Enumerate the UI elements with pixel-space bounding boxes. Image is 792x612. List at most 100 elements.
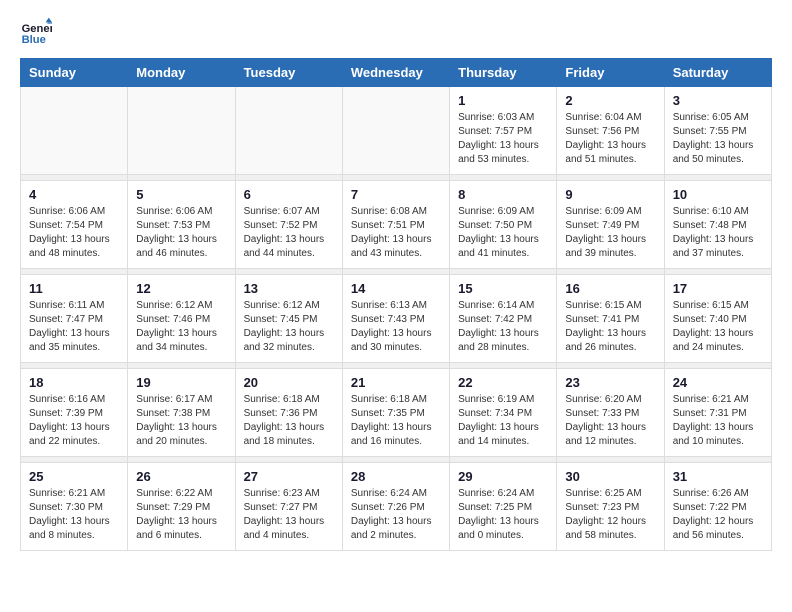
weekday-header: Sunday xyxy=(21,59,128,87)
calendar-cell: 2 Sunrise: 6:04 AMSunset: 7:56 PMDaylight… xyxy=(557,87,664,175)
day-number: 2 xyxy=(565,93,655,108)
calendar-cell: 19Sunrise: 6:17 AMSunset: 7:38 PMDayligh… xyxy=(128,369,235,457)
calendar-cell: 9 Sunrise: 6:09 AMSunset: 7:49 PMDaylight… xyxy=(557,181,664,269)
weekday-header: Monday xyxy=(128,59,235,87)
day-info: Sunrise: 6:06 AMSunset: 7:53 PMDaylight:… xyxy=(136,205,226,261)
day-info: Sunrise: 6:13 AMSunset: 7:43 PMDaylight:… xyxy=(351,299,441,355)
calendar-cell: 7 Sunrise: 6:08 AMSunset: 7:51 PMDaylight… xyxy=(342,181,449,269)
calendar-cell xyxy=(342,87,449,175)
day-number: 31 xyxy=(673,469,763,484)
day-number: 25 xyxy=(29,469,119,484)
day-info: Sunrise: 6:18 AMSunset: 7:36 PMDaylight:… xyxy=(244,393,334,449)
day-info: Sunrise: 6:25 AMSunset: 7:23 PMDaylight:… xyxy=(565,487,655,543)
calendar-cell: 3 Sunrise: 6:05 AMSunset: 7:55 PMDaylight… xyxy=(664,87,771,175)
calendar-cell xyxy=(21,87,128,175)
day-info: Sunrise: 6:15 AMSunset: 7:40 PMDaylight:… xyxy=(673,299,763,355)
calendar-week-row: 1 Sunrise: 6:03 AMSunset: 7:57 PMDaylight… xyxy=(21,87,772,175)
day-info: Sunrise: 6:08 AMSunset: 7:51 PMDaylight:… xyxy=(351,205,441,261)
day-number: 17 xyxy=(673,281,763,296)
calendar-cell: 13 Sunrise: 6:12 AMSunset: 7:45 PMDayligh… xyxy=(235,275,342,363)
calendar-cell xyxy=(235,87,342,175)
header: General Blue xyxy=(20,16,772,48)
day-info: Sunrise: 6:09 AMSunset: 7:49 PMDaylight:… xyxy=(565,205,655,261)
calendar-cell: 29 Sunrise: 6:24 AMSunset: 7:25 PMDayligh… xyxy=(450,463,557,551)
day-info: Sunrise: 6:21 AMSunset: 7:31 PMDaylight:… xyxy=(673,393,763,449)
day-number: 26 xyxy=(136,469,226,484)
day-info: Sunrise: 6:10 AMSunset: 7:48 PMDaylight:… xyxy=(673,205,763,261)
day-info: Sunrise: 6:16 AMSunset: 7:39 PMDaylight:… xyxy=(29,393,119,449)
day-info: Sunrise: 6:24 AMSunset: 7:25 PMDaylight:… xyxy=(458,487,548,543)
day-number: 12 xyxy=(136,281,226,296)
day-number: 15 xyxy=(458,281,548,296)
svg-text:General: General xyxy=(22,23,52,35)
day-number: 9 xyxy=(565,187,655,202)
calendar-cell xyxy=(128,87,235,175)
calendar-cell: 6 Sunrise: 6:07 AMSunset: 7:52 PMDaylight… xyxy=(235,181,342,269)
calendar-cell: 21 Sunrise: 6:18 AMSunset: 7:35 PMDayligh… xyxy=(342,369,449,457)
day-number: 8 xyxy=(458,187,548,202)
calendar-week-row: 25Sunrise: 6:21 AMSunset: 7:30 PMDayligh… xyxy=(21,463,772,551)
calendar-cell: 26 Sunrise: 6:22 AMSunset: 7:29 PMDayligh… xyxy=(128,463,235,551)
calendar-cell: 31 Sunrise: 6:26 AMSunset: 7:22 PMDayligh… xyxy=(664,463,771,551)
weekday-header: Saturday xyxy=(664,59,771,87)
calendar-cell: 20 Sunrise: 6:18 AMSunset: 7:36 PMDayligh… xyxy=(235,369,342,457)
calendar-cell: 18 Sunrise: 6:16 AMSunset: 7:39 PMDayligh… xyxy=(21,369,128,457)
day-info: Sunrise: 6:19 AMSunset: 7:34 PMDaylight:… xyxy=(458,393,548,449)
calendar-cell: 16 Sunrise: 6:15 AMSunset: 7:41 PMDayligh… xyxy=(557,275,664,363)
day-number: 7 xyxy=(351,187,441,202)
weekday-header: Tuesday xyxy=(235,59,342,87)
day-number: 29 xyxy=(458,469,548,484)
day-info: Sunrise: 6:05 AMSunset: 7:55 PMDaylight:… xyxy=(673,111,763,167)
day-number: 22 xyxy=(458,375,548,390)
day-number: 28 xyxy=(351,469,441,484)
day-info: Sunrise: 6:22 AMSunset: 7:29 PMDaylight:… xyxy=(136,487,226,543)
day-number: 11 xyxy=(29,281,119,296)
day-number: 3 xyxy=(673,93,763,108)
calendar-week-row: 4 Sunrise: 6:06 AMSunset: 7:54 PMDaylight… xyxy=(21,181,772,269)
calendar-cell: 4 Sunrise: 6:06 AMSunset: 7:54 PMDaylight… xyxy=(21,181,128,269)
day-info: Sunrise: 6:03 AMSunset: 7:57 PMDaylight:… xyxy=(458,111,548,167)
day-info: Sunrise: 6:26 AMSunset: 7:22 PMDaylight:… xyxy=(673,487,763,543)
calendar-cell: 12Sunrise: 6:12 AMSunset: 7:46 PMDayligh… xyxy=(128,275,235,363)
calendar-week-row: 11Sunrise: 6:11 AMSunset: 7:47 PMDayligh… xyxy=(21,275,772,363)
weekday-header: Wednesday xyxy=(342,59,449,87)
day-number: 18 xyxy=(29,375,119,390)
day-info: Sunrise: 6:20 AMSunset: 7:33 PMDaylight:… xyxy=(565,393,655,449)
calendar-cell: 22 Sunrise: 6:19 AMSunset: 7:34 PMDayligh… xyxy=(450,369,557,457)
calendar-cell: 24 Sunrise: 6:21 AMSunset: 7:31 PMDayligh… xyxy=(664,369,771,457)
logo-icon: General Blue xyxy=(20,16,52,48)
weekday-header: Friday xyxy=(557,59,664,87)
day-number: 13 xyxy=(244,281,334,296)
calendar-cell: 25Sunrise: 6:21 AMSunset: 7:30 PMDayligh… xyxy=(21,463,128,551)
day-number: 21 xyxy=(351,375,441,390)
day-number: 6 xyxy=(244,187,334,202)
day-info: Sunrise: 6:15 AMSunset: 7:41 PMDaylight:… xyxy=(565,299,655,355)
day-number: 4 xyxy=(29,187,119,202)
calendar-cell: 30 Sunrise: 6:25 AMSunset: 7:23 PMDayligh… xyxy=(557,463,664,551)
day-number: 14 xyxy=(351,281,441,296)
weekday-header: Thursday xyxy=(450,59,557,87)
calendar-cell: 15 Sunrise: 6:14 AMSunset: 7:42 PMDayligh… xyxy=(450,275,557,363)
day-info: Sunrise: 6:06 AMSunset: 7:54 PMDaylight:… xyxy=(29,205,119,261)
calendar-cell: 10 Sunrise: 6:10 AMSunset: 7:48 PMDayligh… xyxy=(664,181,771,269)
day-number: 16 xyxy=(565,281,655,296)
day-number: 10 xyxy=(673,187,763,202)
calendar-week-row: 18 Sunrise: 6:16 AMSunset: 7:39 PMDayligh… xyxy=(21,369,772,457)
calendar-cell: 14 Sunrise: 6:13 AMSunset: 7:43 PMDayligh… xyxy=(342,275,449,363)
calendar-cell: 8 Sunrise: 6:09 AMSunset: 7:50 PMDaylight… xyxy=(450,181,557,269)
day-number: 24 xyxy=(673,375,763,390)
calendar-cell: 27Sunrise: 6:23 AMSunset: 7:27 PMDayligh… xyxy=(235,463,342,551)
day-info: Sunrise: 6:14 AMSunset: 7:42 PMDaylight:… xyxy=(458,299,548,355)
day-number: 30 xyxy=(565,469,655,484)
day-number: 1 xyxy=(458,93,548,108)
svg-text:Blue: Blue xyxy=(22,34,46,46)
day-info: Sunrise: 6:07 AMSunset: 7:52 PMDaylight:… xyxy=(244,205,334,261)
day-info: Sunrise: 6:04 AMSunset: 7:56 PMDaylight:… xyxy=(565,111,655,167)
day-info: Sunrise: 6:09 AMSunset: 7:50 PMDaylight:… xyxy=(458,205,548,261)
day-info: Sunrise: 6:12 AMSunset: 7:45 PMDaylight:… xyxy=(244,299,334,355)
day-number: 5 xyxy=(136,187,226,202)
day-number: 27 xyxy=(244,469,334,484)
calendar-cell: 28Sunrise: 6:24 AMSunset: 7:26 PMDayligh… xyxy=(342,463,449,551)
day-info: Sunrise: 6:18 AMSunset: 7:35 PMDaylight:… xyxy=(351,393,441,449)
day-number: 20 xyxy=(244,375,334,390)
